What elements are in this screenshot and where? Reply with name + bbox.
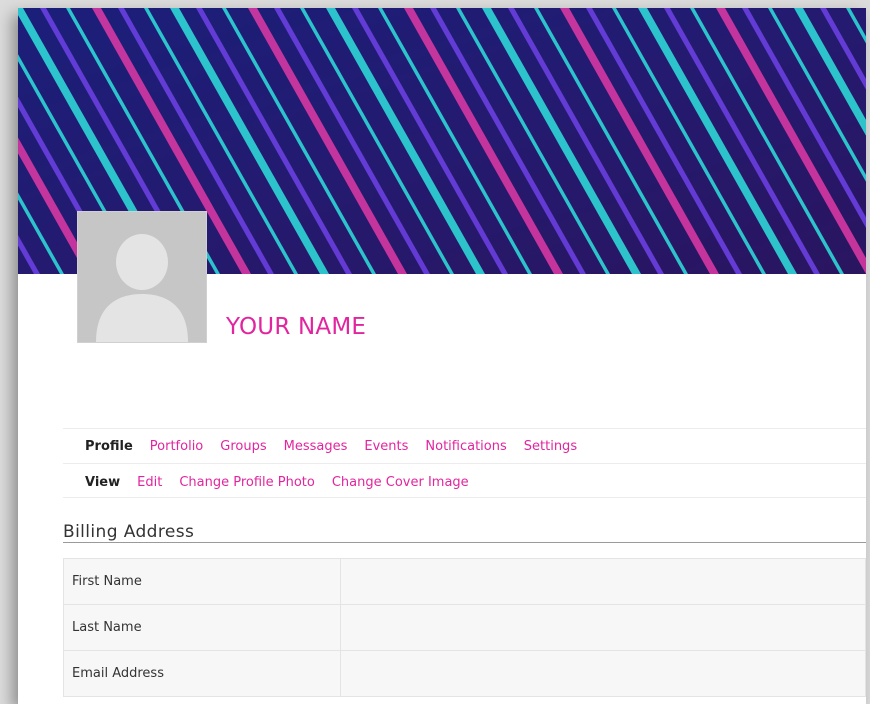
field-value-last-name [340,604,866,651]
field-value-first-name [340,558,866,605]
nav-item-profile[interactable]: Profile [85,439,133,454]
nav-item-events[interactable]: Events [364,439,408,454]
subnav-item-change-cover-image[interactable]: Change Cover Image [332,475,469,490]
nav-item-notifications[interactable]: Notifications [425,439,506,454]
nav-item-messages[interactable]: Messages [284,439,348,454]
billing-address-table: First Name Last Name Email Address [63,558,866,697]
nav-item-settings[interactable]: Settings [524,439,577,454]
subnav-item-change-profile-photo[interactable]: Change Profile Photo [179,475,315,490]
subnav-item-edit[interactable]: Edit [137,475,162,490]
profile-avatar[interactable] [77,211,207,343]
table-row: First Name [63,558,866,605]
profile-nav-primary: Profile Portfolio Groups Messages Events… [63,428,866,464]
table-row: Email Address [63,650,866,697]
profile-name: YOUR NAME [226,314,367,340]
billing-address-heading: Billing Address [63,522,195,542]
subnav-item-view[interactable]: View [85,475,120,490]
field-label-first-name: First Name [63,558,341,605]
profile-page: YOUR NAME Profile Portfolio Groups Messa… [18,8,866,704]
section-divider [63,542,866,543]
table-row: Last Name [63,604,866,651]
default-avatar-icon [78,212,206,342]
field-label-last-name: Last Name [63,604,341,651]
field-label-email-address: Email Address [63,650,341,697]
field-value-email-address [340,650,866,697]
nav-item-portfolio[interactable]: Portfolio [150,439,203,454]
nav-item-groups[interactable]: Groups [220,439,266,454]
profile-nav-secondary: View Edit Change Profile Photo Change Co… [63,468,866,498]
